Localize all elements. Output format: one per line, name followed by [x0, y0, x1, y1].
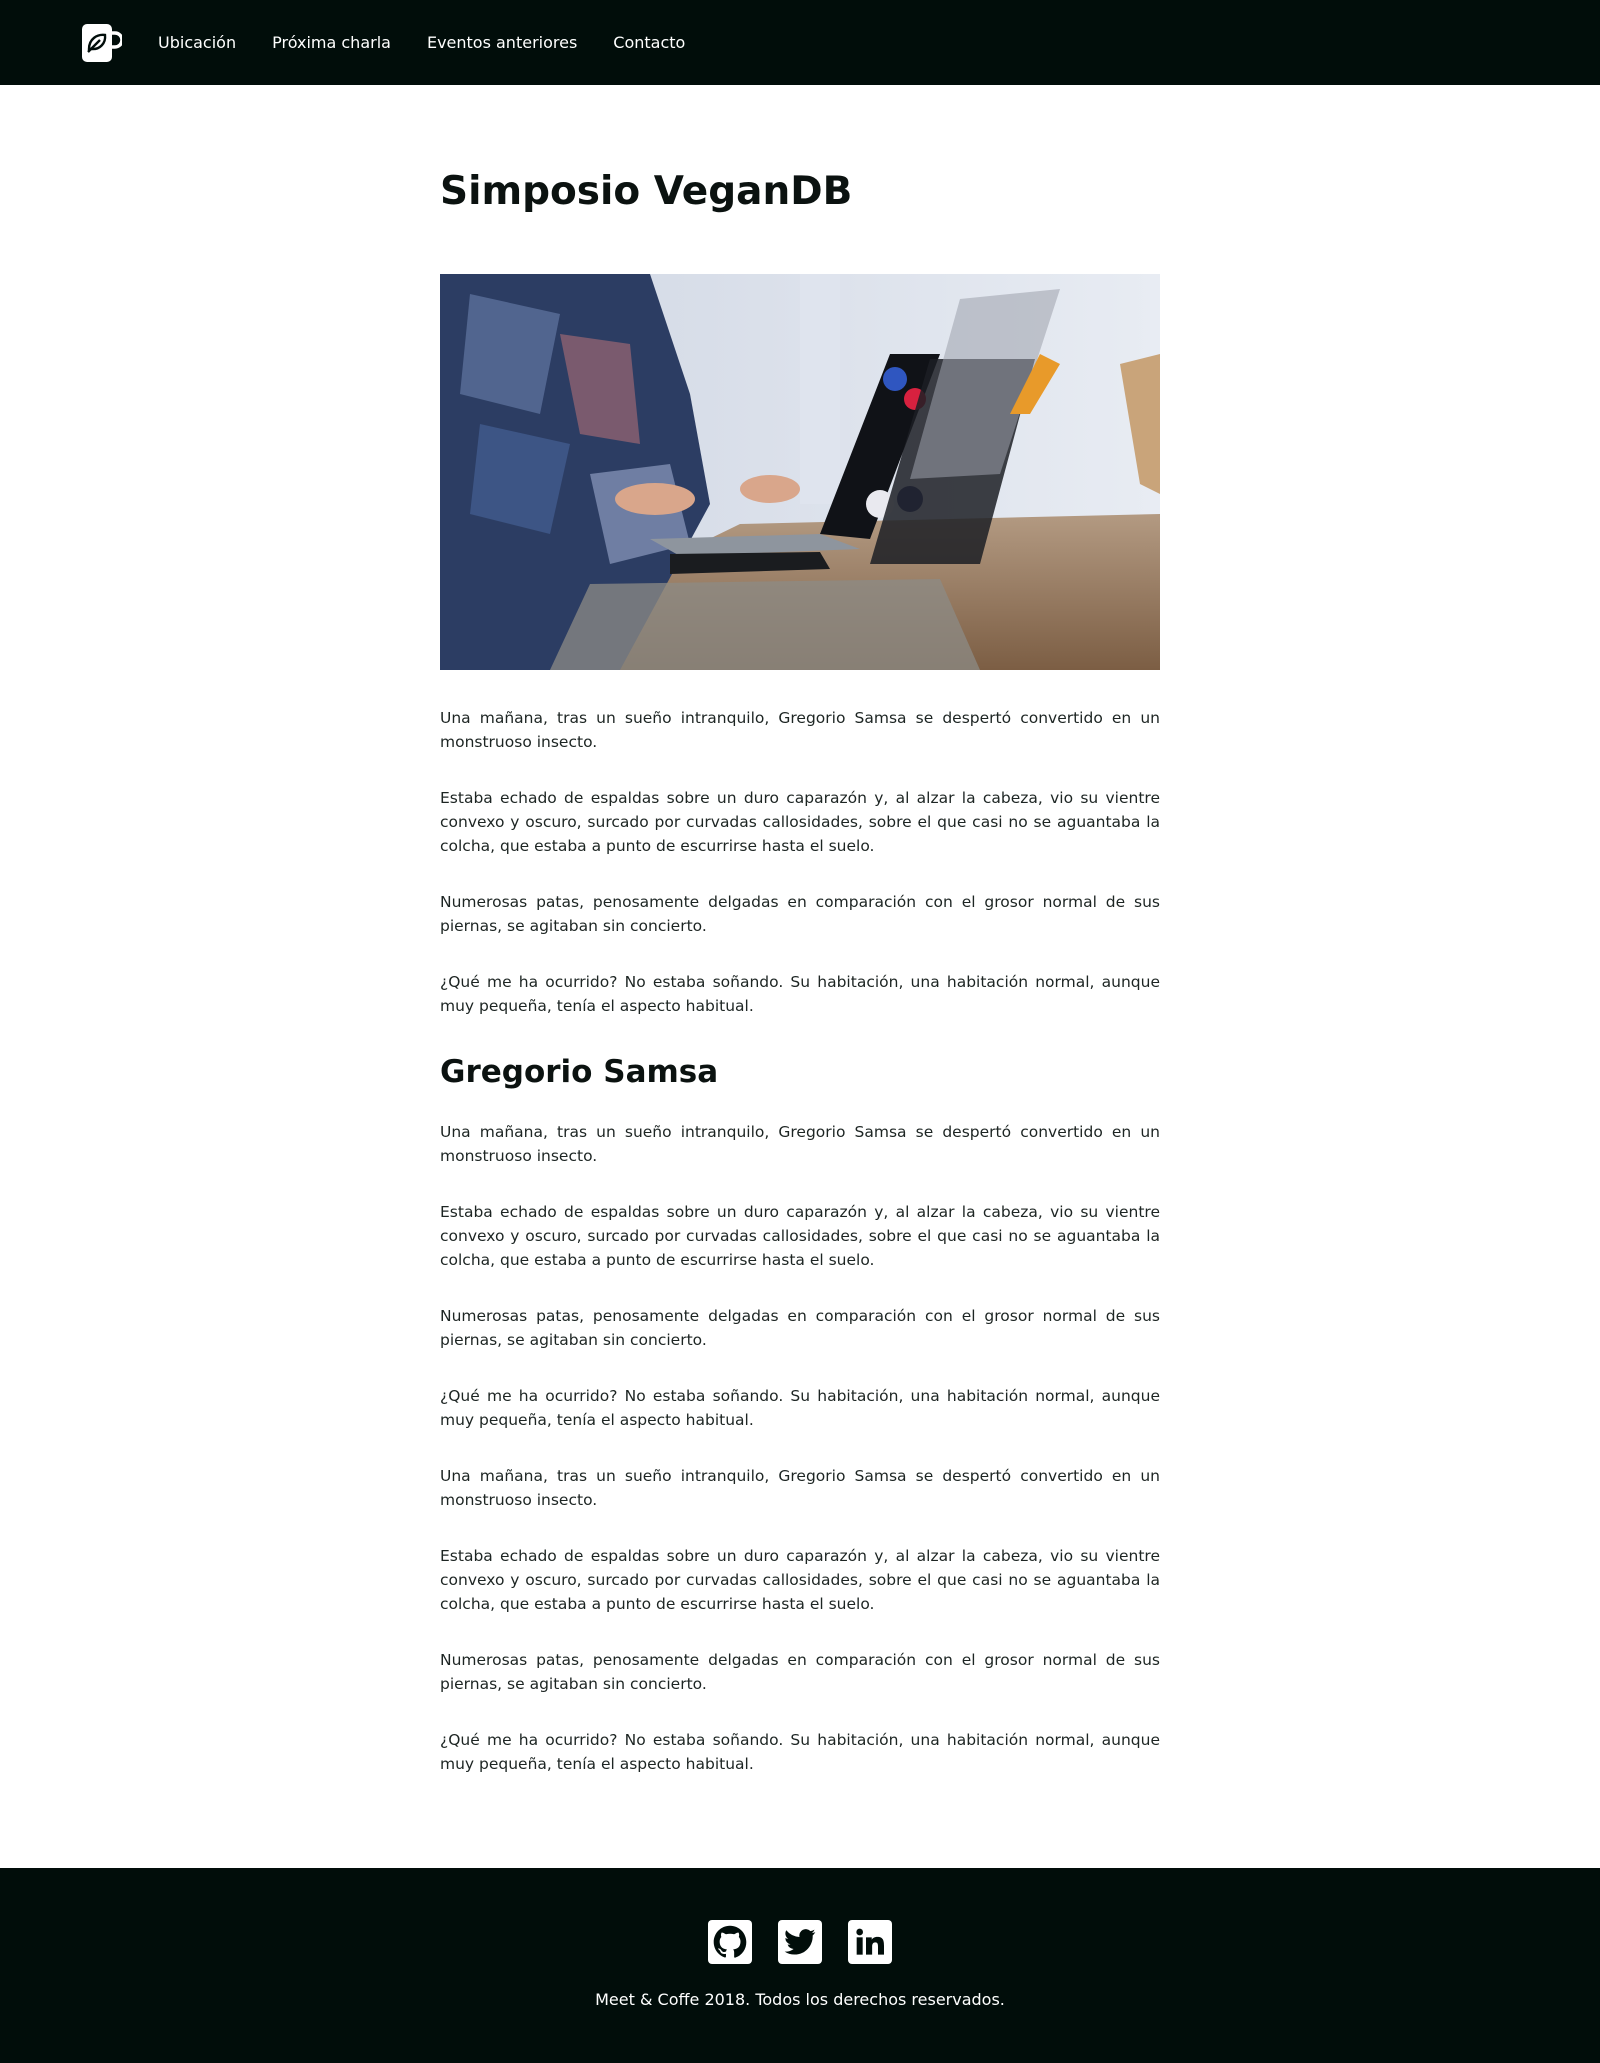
section-paragraph: ¿Qué me ha ocurrido? No estaba soñando. …	[440, 1387, 1160, 1429]
coffee-cup-leaf-icon[interactable]	[80, 22, 122, 64]
nav-proxima-charla[interactable]: Próxima charla	[272, 0, 391, 85]
nav-contacto[interactable]: Contacto	[613, 0, 685, 85]
section-paragraph: Numerosas patas, penosamente delgadas en…	[440, 1307, 1160, 1349]
section-paragraph: Una mañana, tras un sueño intranquilo, G…	[440, 1123, 1160, 1165]
page-title: Simposio VeganDB	[440, 169, 853, 214]
linkedin-link[interactable]	[848, 1920, 892, 1964]
github-link[interactable]	[708, 1920, 752, 1964]
nav-eventos-anteriores[interactable]: Eventos anteriores	[427, 0, 577, 85]
site-footer: Meet & Coffe 2018. Todos los derechos re…	[0, 1868, 1600, 2063]
section-paragraph: Numerosas patas, penosamente delgadas en…	[440, 1651, 1160, 1693]
section-paragraph: Estaba echado de espaldas sobre un duro …	[440, 1547, 1160, 1613]
section-paragraph: Una mañana, tras un sueño intranquilo, G…	[440, 1467, 1160, 1509]
hero-image	[440, 274, 1160, 670]
social-links	[708, 1920, 892, 1964]
section-title: Gregorio Samsa	[440, 1054, 719, 1090]
intro-paragraph: Numerosas patas, penosamente delgadas en…	[440, 893, 1160, 935]
top-navbar: Ubicación Próxima charla Eventos anterio…	[0, 0, 1600, 85]
main-nav: Ubicación Próxima charla Eventos anterio…	[158, 0, 721, 85]
intro-paragraph: ¿Qué me ha ocurrido? No estaba soñando. …	[440, 973, 1160, 1015]
twitter-link[interactable]	[778, 1920, 822, 1964]
section-paragraph: Estaba echado de espaldas sobre un duro …	[440, 1203, 1160, 1269]
linkedin-icon	[856, 1928, 884, 1955]
section-paragraph: ¿Qué me ha ocurrido? No estaba soñando. …	[440, 1731, 1160, 1773]
copyright-text: Meet & Coffe 2018. Todos los derechos re…	[595, 1990, 1005, 2009]
nav-ubicacion[interactable]: Ubicación	[158, 0, 236, 85]
intro-paragraph: Una mañana, tras un sueño intranquilo, G…	[440, 709, 1160, 751]
main-content: Simposio VeganDB Una mañana, tras un sue…	[440, 85, 1160, 1868]
intro-paragraph: Estaba echado de espaldas sobre un duro …	[440, 789, 1160, 855]
github-icon	[713, 1925, 747, 1958]
twitter-icon	[784, 1929, 816, 1955]
